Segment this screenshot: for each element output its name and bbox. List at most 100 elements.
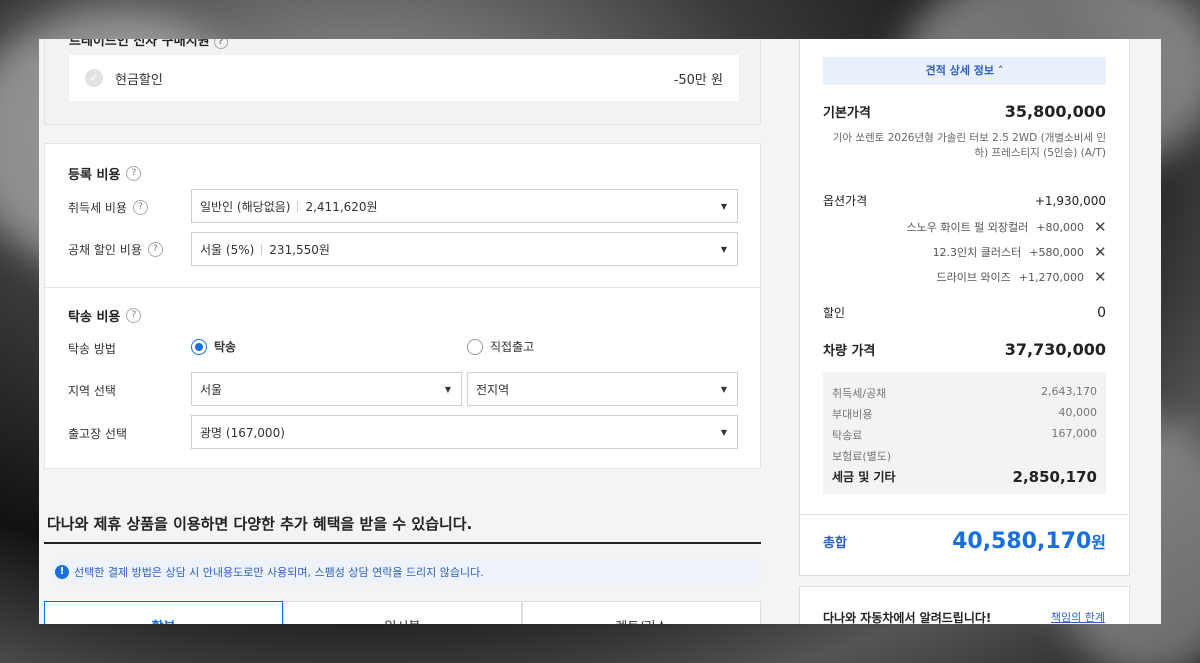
tax-row-label: 취득세/공채 (832, 387, 887, 400)
acq-tax-type: 일반인 (해당없음) (200, 199, 291, 214)
chevron-down-icon: ▼ (444, 385, 451, 394)
discount-label: 할인 (823, 306, 846, 320)
bond-select[interactable]: 서울 (5%) 231,550원 ▼ (191, 232, 738, 266)
trade-in-heading: 트레이드인 전자 구매지원? (69, 39, 228, 49)
region-select[interactable]: 서울 ▼ (191, 372, 462, 406)
help-icon[interactable]: ? (133, 200, 149, 215)
car-price-value: 37,730,000 (1004, 340, 1106, 359)
bond-amount: 231,550원 (269, 242, 330, 257)
tax-sum-label: 세금 및 기타 (832, 470, 896, 484)
payment-tabs: 할부 일시불 렌트/리스 (44, 601, 761, 624)
estimate-page: 트레이드인 전자 구매지원? ✓ 현금할인 -50만 원 등록 비용? 취득세 … (39, 39, 1161, 624)
info-icon: ! (55, 565, 69, 579)
option-price-value: +1,930,000 (1034, 193, 1106, 208)
tax-row-value: 40,000 (1058, 406, 1098, 419)
radio-pickup[interactable]: 직접출고 (467, 338, 534, 355)
discount-row: 할인 0 (823, 304, 1106, 321)
region-label: 지역 선택 (68, 384, 116, 398)
radio-pickup-label: 직접출고 (490, 340, 535, 354)
help-icon[interactable]: ? (126, 308, 142, 323)
chevron-down-icon: ▼ (720, 385, 727, 394)
tax-row-value: 167,000 (1051, 427, 1098, 440)
radio-empty-icon (467, 338, 483, 355)
acq-tax-select[interactable]: 일반인 (해당없음) 2,411,620원 ▼ (191, 189, 738, 223)
acq-tax-label: 취득세 비용? (68, 199, 149, 216)
total-label: 총합 (823, 536, 847, 551)
help-icon[interactable]: ? (147, 242, 163, 257)
base-price-value: 35,800,000 (1004, 102, 1106, 121)
tab-installment[interactable]: 할부 (44, 601, 283, 624)
option-price-row: 옵션가격 +1,930,000 (823, 192, 1106, 209)
district-select[interactable]: 전지역 ▼ (467, 372, 738, 406)
car-price-label: 차량 가격 (823, 344, 876, 359)
region-value: 서울 (200, 382, 223, 397)
liability-link[interactable]: 책임의 한계 (1051, 609, 1105, 624)
tax-sum-value: 2,850,170 (1012, 468, 1097, 486)
district-value: 전지역 (476, 382, 510, 397)
tax-breakdown: 취득세/공채 2,643,170 부대비용 40,000 탁송료 167,000… (823, 372, 1106, 494)
option-item: 12.3인치 클러스터 +580,000 ✕ (823, 243, 1107, 261)
option-price: +1,270,000 (1018, 270, 1084, 284)
bond-region: 서울 (5%) (200, 242, 255, 257)
section-divider (45, 287, 760, 288)
tax-row: 부대비용 40,000 (832, 406, 1097, 422)
discount-value: 0 (1097, 304, 1106, 321)
cash-discount-value: -50만 원 (673, 72, 723, 88)
chevron-down-icon: ▼ (720, 245, 727, 254)
danawa-notice-card: 다나와 자동차에서 알려드립니다! 책임의 한계 (799, 586, 1130, 624)
option-name: 12.3인치 클러스터 (932, 246, 1022, 259)
close-icon[interactable]: ✕ (1094, 243, 1107, 261)
estimate-detail-label: 견적 상세 정보 (925, 64, 995, 77)
payment-notice: ! 선택한 결제 방법은 상담 시 안내용도로만 사용되며, 스팸성 상담 연락… (51, 559, 761, 585)
option-price: +80,000 (1036, 220, 1084, 234)
base-price-label: 기본가격 (823, 106, 871, 121)
registration-title: 등록 비용? (68, 164, 142, 183)
depot-label: 출고장 선택 (68, 427, 128, 441)
close-icon[interactable]: ✕ (1094, 268, 1107, 286)
tax-row: 취득세/공채 2,643,170 (832, 385, 1097, 401)
estimate-summary-panel: 견적 상세 정보 ˄ 기본가격 35,800,000 기아 쏘렌토 2026년형… (799, 39, 1130, 576)
option-name: 스노우 화이트 펄 외장컬러 (906, 221, 1029, 234)
depot-value: 광명 (167,000) (200, 425, 285, 440)
option-item: 스노우 화이트 펄 외장컬러 +80,000 ✕ (823, 218, 1106, 236)
tax-row-label: 탁송료 (832, 429, 863, 442)
tax-row-label: 부대비용 (832, 408, 873, 421)
option-name: 드라이브 와이즈 (936, 271, 1011, 284)
notice-title: 다나와 자동차에서 알려드립니다! (823, 611, 992, 624)
help-icon[interactable]: ? (126, 166, 142, 181)
trade-in-card: 트레이드인 전자 구매지원? ✓ 현금할인 -50만 원 (44, 39, 761, 125)
delivery-method-label: 탁송 방법 (68, 342, 116, 356)
radio-delivery-label: 탁송 (214, 340, 237, 354)
cash-discount-label: 현금할인 (115, 72, 163, 88)
payment-notice-text: 선택한 결제 방법은 상담 시 안내용도로만 사용되며, 스팸성 상담 연락을 … (74, 566, 484, 579)
total-row: 총합 40,580,170원 (823, 529, 1106, 554)
bond-label: 공채 할인 비용? (68, 241, 163, 258)
option-price-label: 옵션가격 (823, 194, 868, 208)
registration-delivery-card: 등록 비용? 취득세 비용? 일반인 (해당없음) 2,411,620원 ▼ 공채… (44, 143, 761, 469)
radio-selected-icon (191, 338, 207, 355)
tax-sum-row: 세금 및 기타 2,850,170 (832, 468, 1097, 486)
option-item: 드라이브 와이즈 +1,270,000 ✕ (823, 268, 1106, 286)
total-divider (800, 514, 1129, 515)
radio-delivery[interactable]: 탁송 (191, 338, 236, 355)
tab-rent-lease[interactable]: 렌트/리스 (522, 601, 761, 624)
tab-lump-sum[interactable]: 일시불 (283, 601, 522, 624)
estimate-detail-toggle[interactable]: 견적 상세 정보 ˄ (823, 57, 1106, 85)
help-icon[interactable]: ? (213, 39, 228, 49)
chevron-down-icon: ▼ (720, 428, 727, 437)
promo-title: 다나와 제휴 상품을 이용하면 다양한 추가 혜택을 받을 수 있습니다. (47, 515, 473, 533)
cash-discount-row[interactable]: ✓ 현금할인 -50만 원 (69, 55, 739, 101)
base-price-row: 기본가격 35,800,000 (823, 102, 1106, 121)
chevron-up-icon: ˄ (997, 64, 1004, 77)
depot-select[interactable]: 광명 (167,000) ▼ (191, 415, 738, 449)
option-price: +580,000 (1029, 245, 1084, 259)
check-icon[interactable]: ✓ (85, 69, 103, 87)
promo-divider (44, 542, 761, 544)
chevron-down-icon: ▼ (720, 202, 727, 211)
tax-row-value: 2,643,170 (1041, 385, 1097, 398)
tax-row-label: 보험료(별도) (832, 450, 892, 463)
close-icon[interactable]: ✕ (1094, 218, 1107, 236)
acq-tax-amount: 2,411,620원 (305, 199, 378, 214)
tax-row: 보험료(별도) (832, 448, 1097, 464)
model-description: 기아 쏘렌토 2026년형 가솔린 터보 2.5 2WD (개별소비세 인하) … (832, 132, 1106, 159)
